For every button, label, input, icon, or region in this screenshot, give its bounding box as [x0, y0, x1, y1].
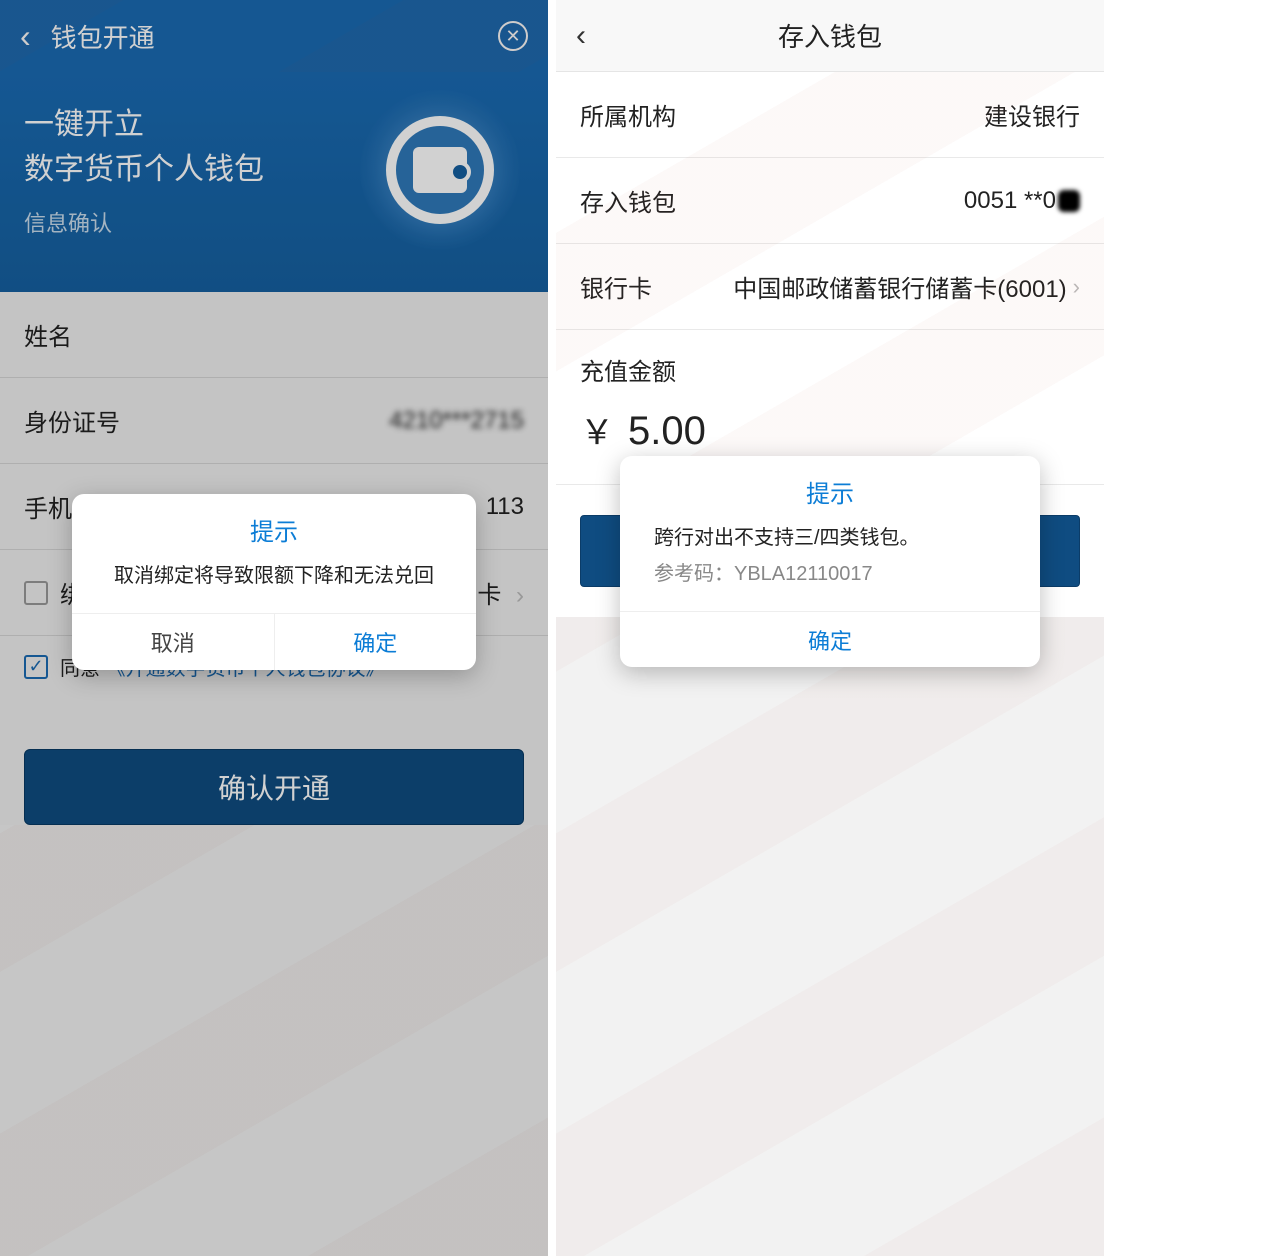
row-id[interactable]: 身份证号 4210***2715	[0, 378, 548, 464]
back-icon[interactable]: ‹	[576, 19, 586, 53]
row-org[interactable]: 所属机构 建设银行	[556, 72, 1104, 158]
phone-label: 手机	[24, 489, 72, 524]
back-icon[interactable]: ‹	[20, 18, 31, 55]
chevron-right-icon: ›	[516, 582, 524, 609]
bind-value: 卡 ›	[477, 575, 524, 610]
chevron-right-icon: ›	[1073, 274, 1080, 300]
left-dialog: 提示 取消绑定将导致限额下降和无法兑回 取消 确定	[72, 494, 476, 670]
card-label: 银行卡	[580, 269, 652, 304]
org-label: 所属机构	[580, 97, 676, 132]
dialog-body: 跨行对出不支持三/四类钱包。 参考码：YBLA12110017	[620, 517, 1040, 611]
dialog-body: 取消绑定将导致限额下降和无法兑回	[72, 555, 476, 613]
right-header-title: 存入钱包	[778, 17, 882, 54]
wallet-label: 存入钱包	[580, 183, 676, 218]
org-value: 建设银行	[984, 97, 1080, 132]
amount-value: 5.00	[628, 409, 706, 454]
row-name[interactable]: 姓名	[0, 292, 548, 378]
right-screen: ‹ 存入钱包 所属机构 建设银行 存入钱包 0051 **0 银行卡 中国邮政储…	[556, 0, 1104, 1256]
phone-value: 113	[486, 493, 524, 521]
dialog-title: 提示	[72, 494, 476, 555]
left-screen: ‹ 钱包开通 ✕ 一键开立 数字货币个人钱包 信息确认 姓名 身份证号 4210…	[0, 0, 548, 1256]
bind-checkbox[interactable]	[24, 581, 48, 605]
amount-label: 充值金额	[556, 330, 1104, 393]
cancel-button[interactable]: 取消	[72, 614, 275, 670]
right-header: ‹ 存入钱包	[556, 0, 1104, 72]
id-value: 4210***2715	[389, 407, 524, 435]
row-bank-card[interactable]: 银行卡 中国邮政储蓄银行储蓄卡(6001) ›	[556, 244, 1104, 330]
redact-icon	[1058, 190, 1080, 212]
hero: 一键开立 数字货币个人钱包 信息确认	[0, 72, 548, 292]
confirm-open-button[interactable]: 确认开通	[24, 749, 524, 825]
row-deposit-wallet[interactable]: 存入钱包 0051 **0	[556, 158, 1104, 244]
wallet-value: 0051 **0	[964, 187, 1080, 215]
id-label: 身份证号	[24, 403, 120, 438]
dialog-actions: 取消 确定	[72, 613, 476, 670]
left-header: ‹ 钱包开通 ✕	[0, 0, 548, 72]
right-dialog: 提示 跨行对出不支持三/四类钱包。 参考码：YBLA12110017 确定	[620, 456, 1040, 667]
left-header-title: 钱包开通	[51, 18, 498, 55]
card-value: 中国邮政储蓄银行储蓄卡(6001) ›	[733, 269, 1080, 304]
agree-checkbox[interactable]	[24, 655, 48, 679]
name-label: 姓名	[24, 317, 72, 352]
ok-button[interactable]: 确定	[275, 614, 477, 670]
wallet-badge-icon	[360, 90, 520, 250]
dialog-title: 提示	[620, 456, 1040, 517]
ok-button[interactable]: 确定	[620, 611, 1040, 667]
currency-icon: ￥	[580, 405, 614, 454]
close-icon[interactable]: ✕	[498, 21, 528, 51]
dialog-ref: 参考码：YBLA12110017	[654, 559, 1006, 589]
